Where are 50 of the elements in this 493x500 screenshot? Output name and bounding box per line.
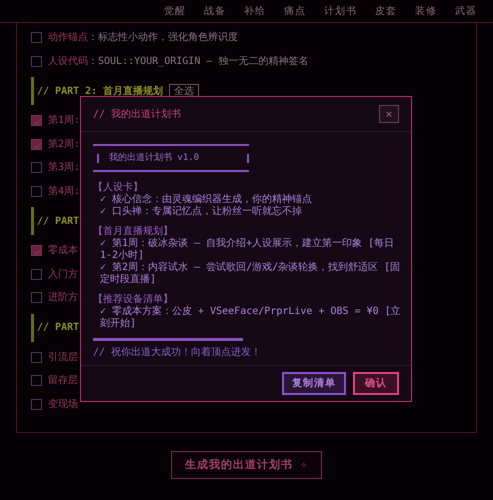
plan-item: ✓ 第2周：内容试水 — 尝试歌回/游戏/杂谈轮换，找到舒适区 [固定时段直播] [99, 262, 401, 286]
checkbox[interactable] [31, 268, 42, 280]
closing-note: // 祝你出道大成功！向着顶点进发！ [93, 347, 262, 359]
checklist-text: 第2周: [48, 138, 80, 152]
checklist-text: 变现场 [48, 398, 78, 412]
checklist-text: 引流层 [48, 350, 78, 365]
checkbox[interactable] [31, 245, 42, 256]
nav-link[interactable]: 武器 [455, 4, 477, 18]
nav-link[interactable]: 装修 [415, 4, 437, 18]
checkbox[interactable] [31, 375, 42, 386]
checkbox[interactable] [31, 138, 42, 150]
nav-link[interactable]: 觉醒 [164, 4, 186, 18]
dialog-title: // 我的出道计划书 [93, 108, 182, 122]
checklist-text: 动作锚点：标志性小动作，强化角色辨识度 [48, 30, 238, 46]
version-text: 我的出道计划书 v1.0 [108, 152, 200, 164]
checkbox[interactable] [31, 56, 42, 67]
plan-item: ✓ 口头禅：专属记忆点，让粉丝一听就忘不掉 [99, 206, 304, 218]
checkbox[interactable] [31, 398, 42, 410]
nav-link[interactable]: 补给 [244, 4, 266, 18]
checkbox[interactable] [31, 186, 42, 197]
checklist-text: 入门方 [48, 268, 78, 282]
generate-plan-button[interactable]: 生成我的出道计划书 ✧ [171, 451, 322, 479]
plan-item: ✓ 核心信念：由灵魂编织器生成，你的精神锚点 [99, 194, 314, 206]
checklist-text: 人设代码：SOUL::YOUR_ORIGIN — 独一无二的精神签名 [48, 54, 308, 69]
checkbox[interactable] [31, 292, 42, 304]
section-heading: 【推荐设备清单】 [93, 294, 174, 306]
plan-item: ✓ 第1周：破冰杂谈 — 自我介绍+人设展示，建立第一印象 [每日1-2小时] [99, 238, 396, 262]
section-heading-text: // PART [37, 321, 80, 335]
checklist-text: 零成本 [48, 244, 78, 258]
checklist-text: 留存层 [48, 374, 78, 388]
checklist-text: 第4周: [48, 184, 80, 199]
section-heading: 【人设卡】 [93, 182, 144, 194]
section-heading-text: // PART 2: 首月直播规划 [37, 84, 164, 98]
checkbox[interactable] [31, 32, 42, 44]
checklist-text: 第3周: [48, 161, 80, 176]
checkbox[interactable] [31, 352, 42, 363]
nav-link[interactable]: 痛点 [284, 4, 306, 18]
section-heading: 【首月直播规划】 [93, 226, 174, 238]
nav-link[interactable]: 计划书 [324, 4, 357, 18]
checklist-text: 第1周: [48, 114, 80, 128]
plan-item: ✓ 零成本方案：公皮 + VSeeFace/PrprLive + OBS = ¥0 [立刻开始] [99, 306, 401, 330]
confirm-button[interactable]: 确认 [353, 372, 399, 395]
checkbox[interactable] [31, 162, 42, 174]
copy-list-button[interactable]: 复制清单 [282, 372, 346, 395]
checkbox[interactable] [31, 115, 42, 126]
close-button[interactable]: × [379, 105, 399, 123]
nav-link[interactable]: 皮套 [375, 4, 397, 18]
checklist-text: 进阶方 [48, 290, 78, 306]
section-heading-text: // PART [37, 214, 80, 228]
nav-link[interactable]: 战备 [204, 4, 226, 18]
